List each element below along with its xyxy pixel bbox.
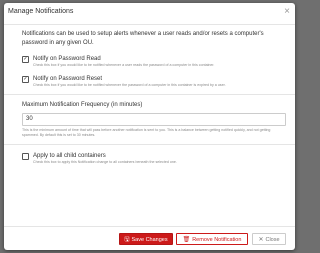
frequency-help: This is the minimum amount of time that … [22, 128, 271, 137]
apply-children-checkbox[interactable] [22, 153, 29, 160]
dialog-footer: 🖫 Save Changes 🗑 Remove Notification ✕ Clos… [4, 226, 295, 250]
remove-notification-button[interactable]: 🗑 Remove Notification [176, 233, 248, 245]
dialog-header: Manage Notifications × [4, 3, 295, 25]
apply-children-option: Apply to all child containers Check this… [22, 152, 284, 165]
notify-reset-option: ✓ Notify on Password Reset Check this bo… [22, 75, 284, 88]
manage-notifications-dialog: Manage Notifications × Notifications can… [4, 3, 295, 250]
floppy-disk-icon: 🖫 [124, 237, 130, 243]
close-label: Close [265, 237, 280, 243]
close-icon: ✕ [258, 237, 264, 243]
close-button[interactable]: ✕ Close [252, 233, 286, 245]
intro-text: Notifications can be used to setup alert… [22, 31, 264, 46]
notify-read-help: Check this box if you would like to be n… [33, 63, 215, 67]
dialog-body: Notifications can be used to setup alert… [4, 30, 295, 165]
notify-read-label[interactable]: Notify on Password Read [33, 55, 284, 63]
apply-children-help: Check this box to apply this Notificatio… [33, 160, 177, 164]
save-changes-label: Save Changes [131, 237, 168, 243]
frequency-input[interactable]: 30 [22, 113, 286, 126]
apply-children-label[interactable]: Apply to all child containers [33, 152, 284, 160]
remove-notification-label: Remove Notification [192, 237, 242, 243]
notify-reset-label[interactable]: Notify on Password Reset [33, 75, 284, 83]
dialog-title: Manage Notifications [8, 8, 74, 15]
save-changes-button[interactable]: 🖫 Save Changes [119, 233, 173, 245]
notify-reset-help: Check this box if you would like to be n… [33, 83, 226, 87]
close-icon[interactable]: × [284, 6, 290, 18]
notify-read-option: ✓ Notify on Password Read Check this box… [22, 55, 284, 68]
trash-icon: 🗑 [182, 237, 191, 243]
divider [4, 94, 295, 95]
notify-read-checkbox[interactable]: ✓ [22, 56, 29, 63]
notify-reset-checkbox[interactable]: ✓ [22, 76, 29, 83]
divider [4, 144, 295, 145]
frequency-label: Maximum Notification Frequency (in minut… [22, 102, 143, 108]
